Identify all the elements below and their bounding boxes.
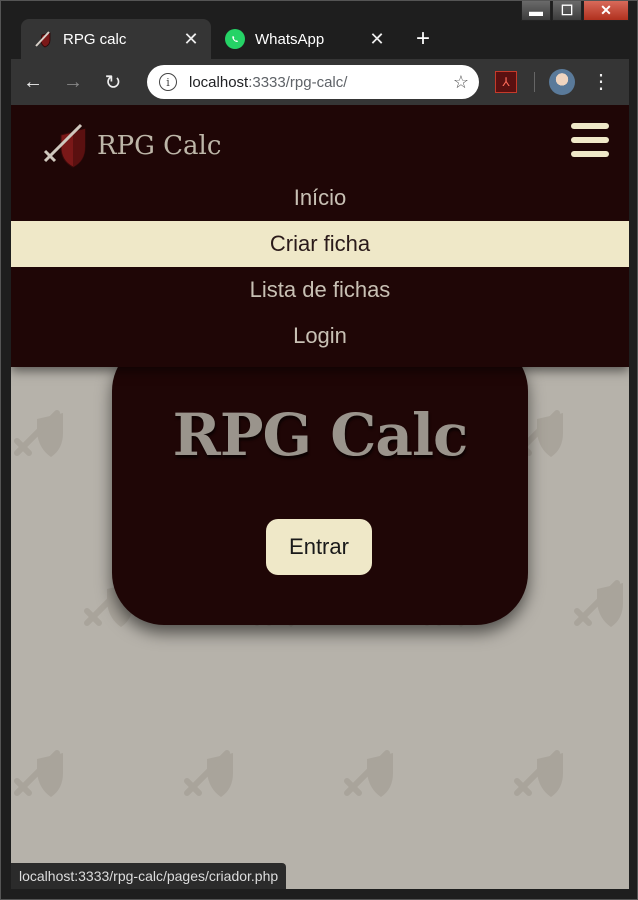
site-logo-text: RPG Calc <box>97 131 222 161</box>
profile-avatar[interactable] <box>549 69 575 95</box>
hamburger-line <box>571 137 609 143</box>
back-button[interactable]: ← <box>15 64 51 100</box>
hero-title: RPG Calc <box>172 401 469 469</box>
address-bar[interactable]: i localhost:3333/rpg-calc/ ☆ <box>147 65 479 99</box>
status-bar-url: localhost:3333/rpg-calc/pages/criador.ph… <box>11 863 287 889</box>
pattern-shield-sword-icon <box>181 745 241 805</box>
toolbar-divider <box>534 72 535 92</box>
pattern-shield-sword-icon <box>311 885 371 889</box>
pattern-shield-sword-icon <box>571 575 629 635</box>
tab-title: WhatsApp <box>255 30 325 48</box>
hamburger-line <box>571 123 609 129</box>
maximize-button[interactable]: ☐ <box>552 1 582 21</box>
tab-rpg-calc[interactable]: RPG calc ✕ <box>21 19 211 59</box>
new-tab-button[interactable]: + <box>409 25 437 53</box>
shield-sword-icon <box>43 123 86 168</box>
rpg-calc-favicon-icon <box>33 29 53 49</box>
bookmark-star-icon[interactable]: ☆ <box>453 72 469 93</box>
pattern-shield-sword-icon <box>11 405 71 465</box>
close-window-button[interactable]: ✕ <box>583 1 629 21</box>
url-path: :3333/rpg-calc/ <box>248 73 348 91</box>
enter-button[interactable]: Entrar <box>266 519 372 575</box>
nav-item-criar-ficha[interactable]: Criar ficha <box>11 221 629 267</box>
site-nav: Início Criar ficha Lista de fichas Login <box>11 175 629 359</box>
hero-card: RPG Calc Entrar <box>112 339 528 625</box>
tab-whatsapp[interactable]: WhatsApp ✕ <box>213 19 397 59</box>
nav-item-lista-de-fichas[interactable]: Lista de fichas <box>11 267 629 313</box>
pattern-shield-sword-icon <box>511 745 571 805</box>
site-info-icon[interactable]: i <box>159 73 177 91</box>
minimize-button[interactable]: ▬ <box>521 1 551 21</box>
tab-strip: RPG calc ✕ WhatsApp ✕ + <box>11 19 629 59</box>
tab-title: RPG calc <box>63 30 127 48</box>
pdf-extension-icon[interactable]: ⅄ <box>495 71 517 93</box>
whatsapp-icon <box>225 29 245 49</box>
browser-toolbar: ← → ↻ i localhost:3333/rpg-calc/ ☆ ⅄ ⋮ <box>11 59 629 105</box>
hamburger-line <box>571 151 609 157</box>
browser-window: ▬ ☐ ✕ RPG calc ✕ WhatsApp ✕ + ← → ↻ i lo… <box>0 0 638 900</box>
tab-close-icon[interactable]: ✕ <box>179 29 203 50</box>
browser-menu-icon[interactable]: ⋮ <box>591 72 611 92</box>
pattern-shield-sword-icon <box>341 745 401 805</box>
site-logo[interactable]: RPG Calc <box>41 123 221 169</box>
pattern-shield-sword-icon <box>481 885 541 889</box>
url-host: localhost <box>189 73 249 91</box>
pattern-shield-sword-icon <box>11 745 71 805</box>
hamburger-menu-icon[interactable] <box>571 123 609 157</box>
nav-item-inicio[interactable]: Início <box>11 175 629 221</box>
url-text[interactable]: localhost:3333/rpg-calc/ <box>189 74 453 91</box>
tab-close-icon[interactable]: ✕ <box>365 29 389 50</box>
forward-button[interactable]: → <box>55 64 91 100</box>
page-viewport: RPG Calc Início Criar ficha Lista de fic… <box>11 105 629 889</box>
nav-item-login[interactable]: Login <box>11 313 629 359</box>
site-header: RPG Calc Início Criar ficha Lista de fic… <box>11 105 629 367</box>
reload-button[interactable]: ↻ <box>95 64 131 100</box>
